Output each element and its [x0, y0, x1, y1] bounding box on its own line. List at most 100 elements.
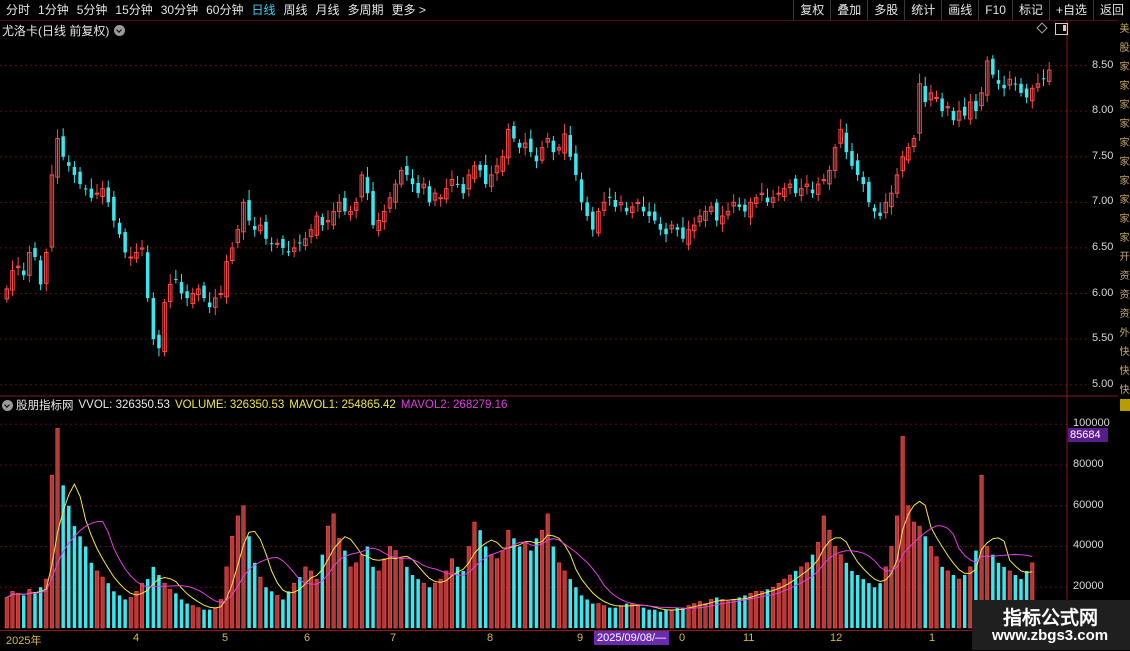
volume-bar-down [613, 607, 618, 628]
candle-down [579, 179, 584, 203]
volume-bar-up [906, 505, 911, 629]
date-label-5: 8 [487, 632, 494, 644]
period-tab-6[interactable]: 日线 [247, 0, 279, 20]
candle-down [478, 164, 482, 171]
candle-down [1041, 78, 1046, 80]
period-tab-10[interactable]: 更多 > [388, 0, 430, 20]
volume-bar-up [556, 562, 562, 629]
candle-down [416, 182, 420, 194]
volume-bar-down [951, 575, 956, 628]
period-tab-1[interactable]: 1分钟 [34, 0, 73, 20]
side-char: 快 [1119, 385, 1130, 396]
panel-toggle-icon[interactable] [1055, 23, 1068, 35]
volume-bar-down [940, 566, 944, 628]
side-info-strip [1118, 20, 1130, 630]
candle-down [455, 183, 460, 185]
action-button-6[interactable]: 标记 [1011, 0, 1049, 20]
volume-tick-2: 60000 [1073, 498, 1104, 511]
volume-bar-down [67, 505, 71, 628]
candle-down [574, 153, 578, 175]
candle-down [1019, 83, 1023, 93]
volume-bar-down [106, 583, 110, 628]
candle-down [534, 155, 539, 162]
side-char: 快 [1119, 366, 1130, 377]
date-axis [0, 630, 1130, 651]
indicator-value-1: VOLUME: 326350.53 [174, 399, 285, 411]
volume-bar-up [348, 566, 353, 629]
volume-bar-down [83, 546, 88, 628]
action-button-8[interactable]: 返回 [1092, 0, 1130, 20]
volume-bar-up [928, 546, 933, 629]
candle-down [681, 227, 685, 239]
volume-bar-down [343, 550, 347, 628]
action-button-3[interactable]: 统计 [904, 0, 941, 20]
volume-bar-up [354, 562, 359, 629]
period-tab-9[interactable]: 多周期 [344, 0, 388, 20]
date-label-2: 5 [222, 632, 229, 644]
side-char: 开 [1119, 252, 1130, 263]
volume-bar-up [134, 591, 139, 629]
volume-bar-down [579, 595, 584, 628]
candle-down [405, 166, 409, 175]
period-tab-8[interactable]: 月线 [312, 0, 344, 20]
candle-down [647, 211, 651, 216]
chevron-down-icon[interactable] [2, 399, 13, 411]
volume-bar-down [72, 526, 77, 628]
candle-down [653, 211, 657, 221]
volume-bar-down [962, 575, 967, 628]
period-tab-0[interactable]: 分时 [2, 0, 34, 20]
candle-down [923, 85, 927, 103]
candle-down [157, 334, 161, 349]
candle-down [252, 226, 257, 230]
candle-down [179, 282, 184, 294]
action-button-0[interactable]: 复权 [793, 0, 830, 20]
volume-bar-down [585, 599, 589, 628]
candle-down [106, 187, 110, 203]
action-button-2[interactable]: 多股 [867, 0, 904, 20]
volume-bar-down [410, 575, 415, 628]
candle-down [286, 251, 291, 253]
candle-down [365, 177, 370, 194]
volume-bar-up [771, 586, 776, 629]
chevron-down-icon[interactable] [114, 24, 126, 36]
action-button-1[interactable]: 叠加 [830, 0, 867, 20]
action-button-7[interactable]: +自选 [1048, 0, 1093, 20]
side-char: 股 [1119, 43, 1130, 54]
period-tab-3[interactable]: 15分钟 [111, 0, 156, 20]
price-tick-2: 7.50 [1092, 149, 1114, 162]
candle-up [934, 96, 939, 99]
volume-cursor-tag: 85684 [1068, 428, 1108, 442]
candle-up [94, 192, 100, 195]
volume-bar-down [298, 577, 302, 628]
price-tick-5: 6.00 [1092, 286, 1114, 299]
period-tab-2[interactable]: 5分钟 [73, 0, 112, 20]
volume-bar-up [94, 570, 100, 629]
volume-bar-down [112, 591, 116, 628]
volume-bar-down [675, 607, 680, 628]
volume-bar-up [382, 558, 387, 629]
candle-down [991, 58, 995, 75]
volume-bar-down [179, 599, 184, 628]
volume-bar-down [123, 599, 127, 628]
volume-bar-up [258, 576, 263, 629]
candle-down [872, 207, 877, 212]
action-button-5[interactable]: F10 [978, 0, 1012, 20]
volume-bar-down [867, 583, 871, 628]
volume-bar-down [681, 607, 685, 628]
side-char: 家 [1119, 81, 1130, 92]
period-tab-4[interactable]: 30分钟 [157, 0, 202, 20]
price-tick-1: 8.00 [1092, 104, 1114, 117]
indicator-value-0: VVOL: 326350.53 [78, 399, 170, 411]
date-label-8: 11 [743, 632, 755, 644]
side-char: 资 [1119, 271, 1130, 282]
volume-bar-up [128, 597, 133, 629]
volume-bar-up [218, 599, 223, 629]
volume-bar-up [235, 515, 240, 629]
period-tab-7[interactable]: 周线 [279, 0, 311, 20]
indicator-name[interactable]: 股朋指标网 [16, 397, 74, 413]
period-tab-5[interactable]: 60分钟 [202, 0, 247, 20]
volume-bar-up [432, 582, 438, 629]
action-button-4[interactable]: 画线 [941, 0, 978, 20]
volume-bar-up [489, 554, 494, 629]
kline-chart[interactable] [0, 0, 1130, 650]
